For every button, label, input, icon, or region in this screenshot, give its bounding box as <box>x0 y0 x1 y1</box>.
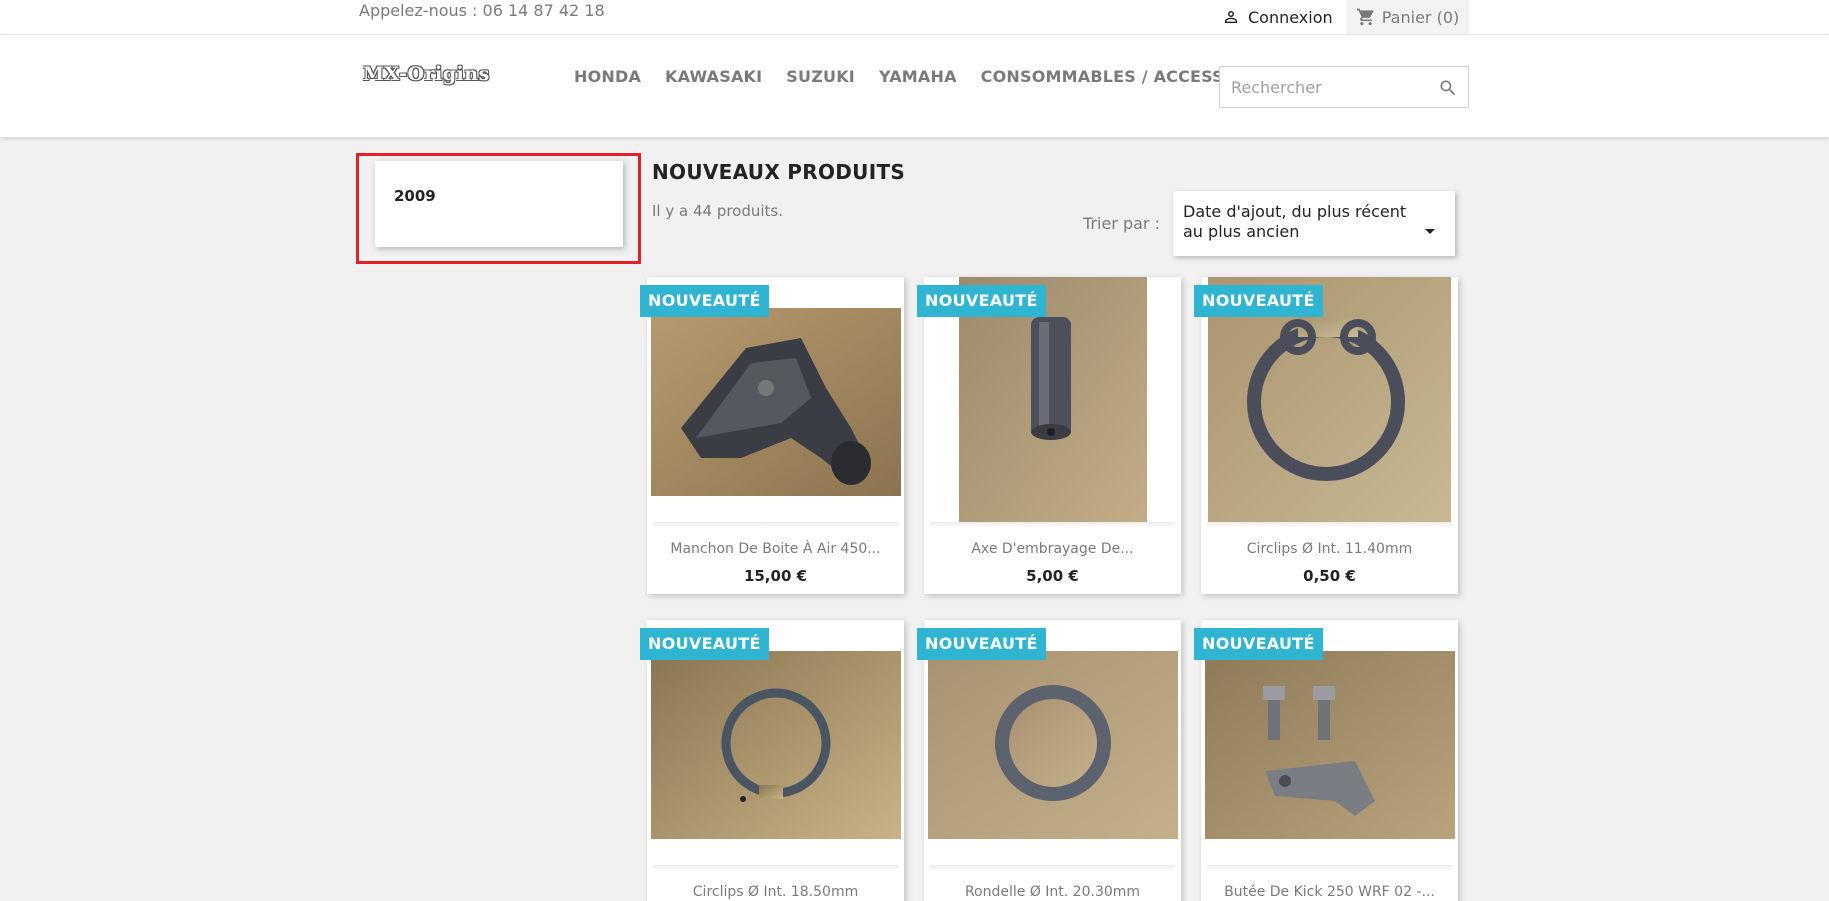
phone-contact: Appelez-nous : 06 14 87 42 18 <box>359 1 605 20</box>
product-name[interactable]: Circlips Ø Int. 11.40mm <box>1201 541 1458 557</box>
product-card[interactable]: Axe D'embrayage De... 5,00 € <box>924 277 1181 594</box>
product-name[interactable]: Axe D'embrayage De... <box>924 541 1181 557</box>
new-badge: NOUVEAUTÉ <box>640 628 769 660</box>
product-price: 15,00 € <box>743 567 808 585</box>
product-image[interactable] <box>651 651 901 839</box>
site-logo[interactable]: MX-Origins <box>363 63 490 85</box>
shopping-cart-icon <box>1356 8 1374 26</box>
cart-button[interactable]: Panier (0) <box>1346 0 1469 34</box>
product-name[interactable]: Rondelle Ø Int. 20.30mm <box>924 884 1181 900</box>
new-badge: NOUVEAUTÉ <box>917 628 1046 660</box>
new-badge: NOUVEAUTÉ <box>1194 285 1323 317</box>
sidebar-item-2009[interactable]: 2009 <box>394 187 436 205</box>
nav-item-honda[interactable]: HONDA <box>574 67 641 86</box>
new-badge: NOUVEAUTÉ <box>640 285 769 317</box>
product-card[interactable]: Circlips Ø Int. 11.40mm 0,50 € <box>1201 277 1458 594</box>
product-price: 5,00 € <box>1026 567 1079 585</box>
search-icon[interactable] <box>1438 78 1458 98</box>
new-badge: NOUVEAUTÉ <box>917 285 1046 317</box>
sort-value: Date d'ajout, du plus récent au plus anc… <box>1183 202 1407 241</box>
product-count: Il y a 44 produits. <box>652 202 784 220</box>
product-card[interactable]: Manchon De Boite À Air 450... 15,00 € <box>647 277 904 594</box>
product-image[interactable] <box>1205 651 1455 839</box>
sort-dropdown[interactable]: Date d'ajout, du plus récent au plus anc… <box>1173 191 1455 256</box>
login-link[interactable]: Connexion <box>1222 0 1333 34</box>
caret-down-icon <box>1425 229 1435 234</box>
user-icon <box>1225 11 1237 23</box>
product-price: 0,50 € <box>1303 567 1356 585</box>
search-box <box>1219 66 1469 108</box>
sort-label: Trier par : <box>1083 214 1160 233</box>
product-card[interactable]: Rondelle Ø Int. 20.30mm <box>924 620 1181 901</box>
login-label: Connexion <box>1248 7 1333 27</box>
site-header: MX-Origins HONDA KAWASAKI SUZUKI YAMAHA … <box>0 35 1829 137</box>
nav-item-yamaha[interactable]: YAMAHA <box>879 67 957 86</box>
product-image[interactable] <box>651 308 901 496</box>
search-input[interactable] <box>1220 67 1430 107</box>
main-nav: HONDA KAWASAKI SUZUKI YAMAHA CONSOMMABLE… <box>574 67 1303 86</box>
product-card[interactable]: Butée De Kick 250 WRF 02 -... <box>1201 620 1458 901</box>
sidebar-category-block: 2009 <box>375 161 623 247</box>
nav-item-suzuki[interactable]: SUZUKI <box>786 67 855 86</box>
cart-label: Panier (0) <box>1381 7 1460 27</box>
product-image[interactable] <box>928 651 1178 839</box>
new-badge: NOUVEAUTÉ <box>1194 628 1323 660</box>
page-title: NOUVEAUX PRODUITS <box>652 160 906 184</box>
top-bar: Appelez-nous : 06 14 87 42 18 Connexion … <box>0 0 1829 35</box>
product-name[interactable]: Circlips Ø Int. 18.50mm <box>647 884 904 900</box>
product-name[interactable]: Butée De Kick 250 WRF 02 -... <box>1201 884 1458 900</box>
product-card[interactable]: Circlips Ø Int. 18.50mm <box>647 620 904 901</box>
product-name[interactable]: Manchon De Boite À Air 450... <box>647 541 904 557</box>
nav-item-kawasaki[interactable]: KAWASAKI <box>665 67 762 86</box>
